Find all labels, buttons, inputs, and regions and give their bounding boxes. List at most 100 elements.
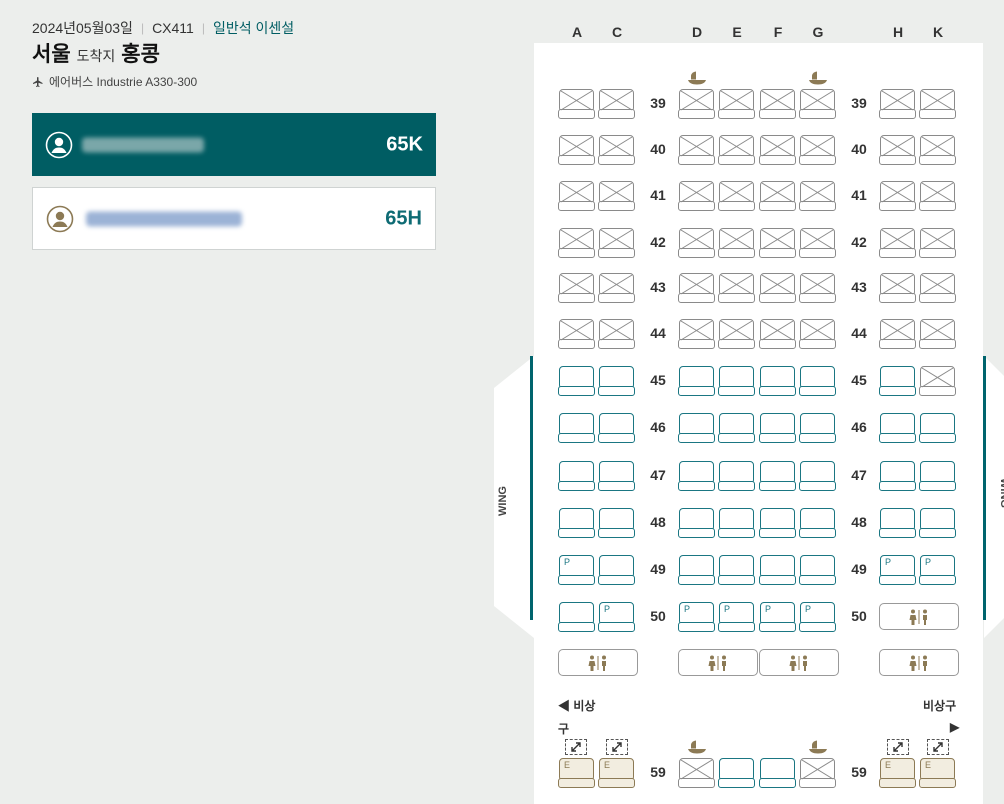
seat-47D[interactable] xyxy=(678,461,716,491)
seat-48H[interactable] xyxy=(879,508,917,538)
flight-date: 2024년05월03일 xyxy=(32,20,133,36)
seat-49D[interactable] xyxy=(678,555,716,585)
seat-49C[interactable] xyxy=(598,555,636,585)
seat-59H[interactable]: E xyxy=(879,758,917,788)
seat-46E[interactable] xyxy=(718,413,756,443)
seat-48C[interactable] xyxy=(598,508,636,538)
seat-47H[interactable] xyxy=(879,461,917,491)
seat-50G[interactable]: P xyxy=(799,602,837,632)
seat-50C[interactable]: P xyxy=(598,602,636,632)
column-header-E: E xyxy=(732,24,742,40)
seat-45D[interactable] xyxy=(678,366,716,396)
seat-59A[interactable]: E xyxy=(558,758,596,788)
seat-46D[interactable] xyxy=(678,413,716,443)
wing-marker-left xyxy=(530,356,533,620)
lavatory xyxy=(879,603,959,630)
seat-47G[interactable] xyxy=(799,461,837,491)
cabin-class: 일반석 이센설 xyxy=(212,20,295,36)
seat-46C[interactable] xyxy=(598,413,636,443)
aircraft-info: 에어버스 Industrie A330-300 xyxy=(32,73,197,90)
seat-43D xyxy=(678,273,716,303)
row-number: 49 xyxy=(851,561,867,577)
seat-46K[interactable] xyxy=(919,413,957,443)
seat-47E[interactable] xyxy=(718,461,756,491)
seat-45F[interactable] xyxy=(759,366,797,396)
seat-47C[interactable] xyxy=(598,461,636,491)
user-avatar-icon xyxy=(46,205,74,232)
lavatory xyxy=(678,649,758,676)
row-number: 48 xyxy=(650,514,666,530)
seat-48G[interactable] xyxy=(799,508,837,538)
seat-41G xyxy=(799,181,837,211)
passenger-seat: 65H xyxy=(385,207,422,229)
passenger-card-1[interactable]: 65K xyxy=(32,113,436,176)
seat-45G[interactable] xyxy=(799,366,837,396)
wing-label-right: WING xyxy=(998,478,1004,508)
seat-59G xyxy=(799,758,837,788)
seat-45A[interactable] xyxy=(558,366,596,396)
seat-48A[interactable] xyxy=(558,508,596,538)
wing-marker-right xyxy=(983,356,986,620)
seat-47F[interactable] xyxy=(759,461,797,491)
seat-48E[interactable] xyxy=(718,508,756,538)
seat-49A[interactable]: P xyxy=(558,555,596,585)
seat-42K xyxy=(919,228,957,258)
seat-40F xyxy=(759,135,797,165)
seat-49E[interactable] xyxy=(718,555,756,585)
row-number: 47 xyxy=(851,467,867,483)
seat-43F xyxy=(759,273,797,303)
seat-47A[interactable] xyxy=(558,461,596,491)
seat-46A[interactable] xyxy=(558,413,596,443)
seat-50E[interactable]: P xyxy=(718,602,756,632)
row-number: 40 xyxy=(851,141,867,157)
seat-49F[interactable] xyxy=(759,555,797,585)
seat-44K xyxy=(919,319,957,349)
restroom-icon xyxy=(789,655,807,671)
column-header-K: K xyxy=(932,24,944,40)
seat-41A xyxy=(558,181,596,211)
aircraft-type: 에어버스 Industrie A330-300 xyxy=(49,75,198,89)
seat-40C xyxy=(598,135,636,165)
restroom-icon xyxy=(909,609,927,625)
emergency-exit-left: ◀ 비상 xyxy=(558,699,596,713)
seat-59E[interactable] xyxy=(718,758,756,788)
seat-41K xyxy=(919,181,957,211)
seat-41D xyxy=(678,181,716,211)
seat-47K[interactable] xyxy=(919,461,957,491)
wing-label-left: WING xyxy=(497,486,509,516)
seat-39C xyxy=(598,89,636,119)
seat-46H[interactable] xyxy=(879,413,917,443)
seat-48D[interactable] xyxy=(678,508,716,538)
seat-46G[interactable] xyxy=(799,413,837,443)
passenger-card-2[interactable]: 65H xyxy=(32,187,436,250)
seat-59F[interactable] xyxy=(759,758,797,788)
seat-49K[interactable]: P xyxy=(919,555,957,585)
seat-40E xyxy=(718,135,756,165)
seat-50D[interactable]: P xyxy=(678,602,716,632)
seat-42G xyxy=(799,228,837,258)
seat-46F[interactable] xyxy=(759,413,797,443)
seat-49H[interactable]: P xyxy=(879,555,917,585)
seat-50A[interactable] xyxy=(558,602,596,632)
column-header-H: H xyxy=(892,24,904,40)
seat-45E[interactable] xyxy=(718,366,756,396)
seat-48K[interactable] xyxy=(919,508,957,538)
seat-42D xyxy=(678,228,716,258)
row-number: 43 xyxy=(650,279,666,295)
row-number: 59 xyxy=(851,764,867,780)
row-number: 46 xyxy=(650,419,666,435)
seat-48F[interactable] xyxy=(759,508,797,538)
seat-43C xyxy=(598,273,636,303)
seat-49G[interactable] xyxy=(799,555,837,585)
seat-45H[interactable] xyxy=(879,366,917,396)
seat-44A xyxy=(558,319,596,349)
seat-59C[interactable]: E xyxy=(598,758,636,788)
destination-city: 홍콩 xyxy=(121,43,160,66)
seat-40K xyxy=(919,135,957,165)
seat-50F[interactable]: P xyxy=(759,602,797,632)
expand-arrow-icon xyxy=(606,739,628,755)
passenger-seat: 65K xyxy=(386,133,423,155)
seat-45C[interactable] xyxy=(598,366,636,396)
column-header-A: A xyxy=(571,24,583,40)
seat-59K[interactable]: E xyxy=(919,758,957,788)
